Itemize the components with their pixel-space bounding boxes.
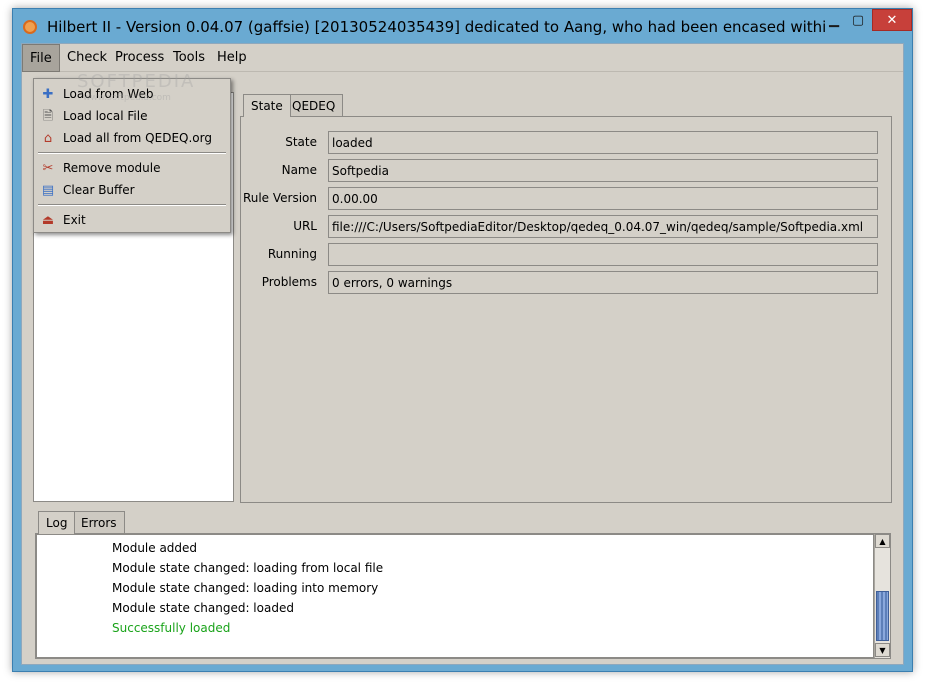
state-panel: State loaded Name Softpedia Rule Version… bbox=[240, 116, 892, 503]
window-title: Hilbert II - Version 0.04.07 (gaffsie) [… bbox=[47, 18, 827, 36]
menu-item-label: Remove module bbox=[63, 161, 161, 175]
menu-separator bbox=[38, 204, 226, 206]
scroll-thumb[interactable] bbox=[876, 591, 889, 641]
title-bar[interactable]: Hilbert II - Version 0.04.07 (gaffsie) [… bbox=[13, 9, 912, 43]
field-row-rule-version: Rule Version 0.00.00 bbox=[241, 187, 891, 211]
running-field[interactable] bbox=[328, 243, 878, 266]
scroll-up-icon[interactable]: ▲ bbox=[875, 534, 890, 548]
field-row-running: Running bbox=[241, 243, 891, 267]
app-logo-icon bbox=[23, 20, 37, 34]
field-row-name: Name Softpedia bbox=[241, 159, 891, 183]
rule-version-field[interactable]: 0.00.00 bbox=[328, 187, 878, 210]
problems-field[interactable]: 0 errors, 0 warnings bbox=[328, 271, 878, 294]
log-panel: Module added Module state changed: loadi… bbox=[35, 533, 891, 659]
field-row-state: State loaded bbox=[241, 131, 891, 155]
log-line: Module state changed: loaded bbox=[112, 601, 294, 615]
log-line: Module added bbox=[112, 541, 198, 555]
menu-file[interactable]: File bbox=[22, 44, 60, 72]
scissors-icon: ✂ bbox=[42, 161, 54, 176]
tab-log[interactable]: Log bbox=[38, 511, 76, 534]
problems-label: Problems bbox=[261, 275, 317, 289]
log-line-success: Successfully loaded bbox=[112, 621, 231, 635]
menu-item-load-all-qedeq[interactable]: ⌂ Load all from QEDEQ.org bbox=[34, 127, 230, 149]
menu-separator bbox=[38, 152, 226, 154]
menu-process[interactable]: Process bbox=[115, 50, 164, 65]
running-label: Running bbox=[267, 247, 317, 261]
plus-icon: ✚ bbox=[42, 87, 54, 102]
state-field[interactable]: loaded bbox=[328, 131, 878, 154]
name-label: Name bbox=[281, 163, 317, 177]
field-row-url: URL file:///C:/Users/SoftpediaEditor/Des… bbox=[241, 215, 891, 239]
name-field[interactable]: Softpedia bbox=[328, 159, 878, 182]
log-scrollbar[interactable]: ▲ ▼ bbox=[874, 534, 890, 658]
printer-icon: ▤ bbox=[41, 183, 55, 198]
field-row-problems: Problems 0 errors, 0 warnings bbox=[241, 271, 891, 295]
tab-state[interactable]: State bbox=[243, 94, 291, 117]
menu-item-clear-buffer[interactable]: ▤ Clear Buffer bbox=[34, 179, 230, 201]
menu-item-label: Clear Buffer bbox=[63, 183, 135, 197]
log-text-area[interactable]: Module added Module state changed: loadi… bbox=[36, 534, 874, 658]
menu-item-load-local-file[interactable]: 🗎 Load local File bbox=[34, 105, 230, 127]
state-label: State bbox=[285, 135, 317, 149]
url-field[interactable]: file:///C:/Users/SoftpediaEditor/Desktop… bbox=[328, 215, 878, 238]
exit-icon: ⏏ bbox=[41, 213, 55, 228]
menu-tools[interactable]: Tools bbox=[173, 50, 205, 65]
tab-errors[interactable]: Errors bbox=[73, 511, 125, 533]
log-line: Module state changed: loading into memor… bbox=[112, 581, 379, 595]
menu-item-label: Load all from QEDEQ.org bbox=[63, 131, 212, 145]
url-label: URL bbox=[293, 219, 317, 233]
menu-item-exit[interactable]: ⏏ Exit bbox=[34, 209, 230, 231]
menu-help[interactable]: Help bbox=[217, 50, 247, 65]
rule-version-label: Rule Version bbox=[242, 191, 317, 205]
app-window: Hilbert II - Version 0.04.07 (gaffsie) [… bbox=[12, 8, 913, 672]
menu-item-remove-module[interactable]: ✂ Remove module bbox=[34, 157, 230, 179]
log-line: Module state changed: loading from local… bbox=[112, 561, 384, 575]
minimize-button[interactable]: ▁ bbox=[822, 9, 846, 31]
menu-item-label: Exit bbox=[63, 213, 86, 227]
tab-qedeq[interactable]: QEDEQ bbox=[284, 94, 344, 116]
menu-item-label: Load local File bbox=[63, 109, 148, 123]
home-icon: ⌂ bbox=[43, 131, 53, 146]
menu-bar: File Check Process Tools Help bbox=[22, 44, 903, 72]
close-button[interactable]: ✕ bbox=[872, 9, 912, 31]
document-icon: 🗎 bbox=[42, 109, 54, 124]
watermark-url: www.softpedia.com bbox=[83, 93, 171, 103]
menu-check[interactable]: Check bbox=[67, 50, 107, 65]
scroll-down-icon[interactable]: ▼ bbox=[875, 643, 890, 657]
maximize-button[interactable]: ▢ bbox=[846, 9, 870, 31]
